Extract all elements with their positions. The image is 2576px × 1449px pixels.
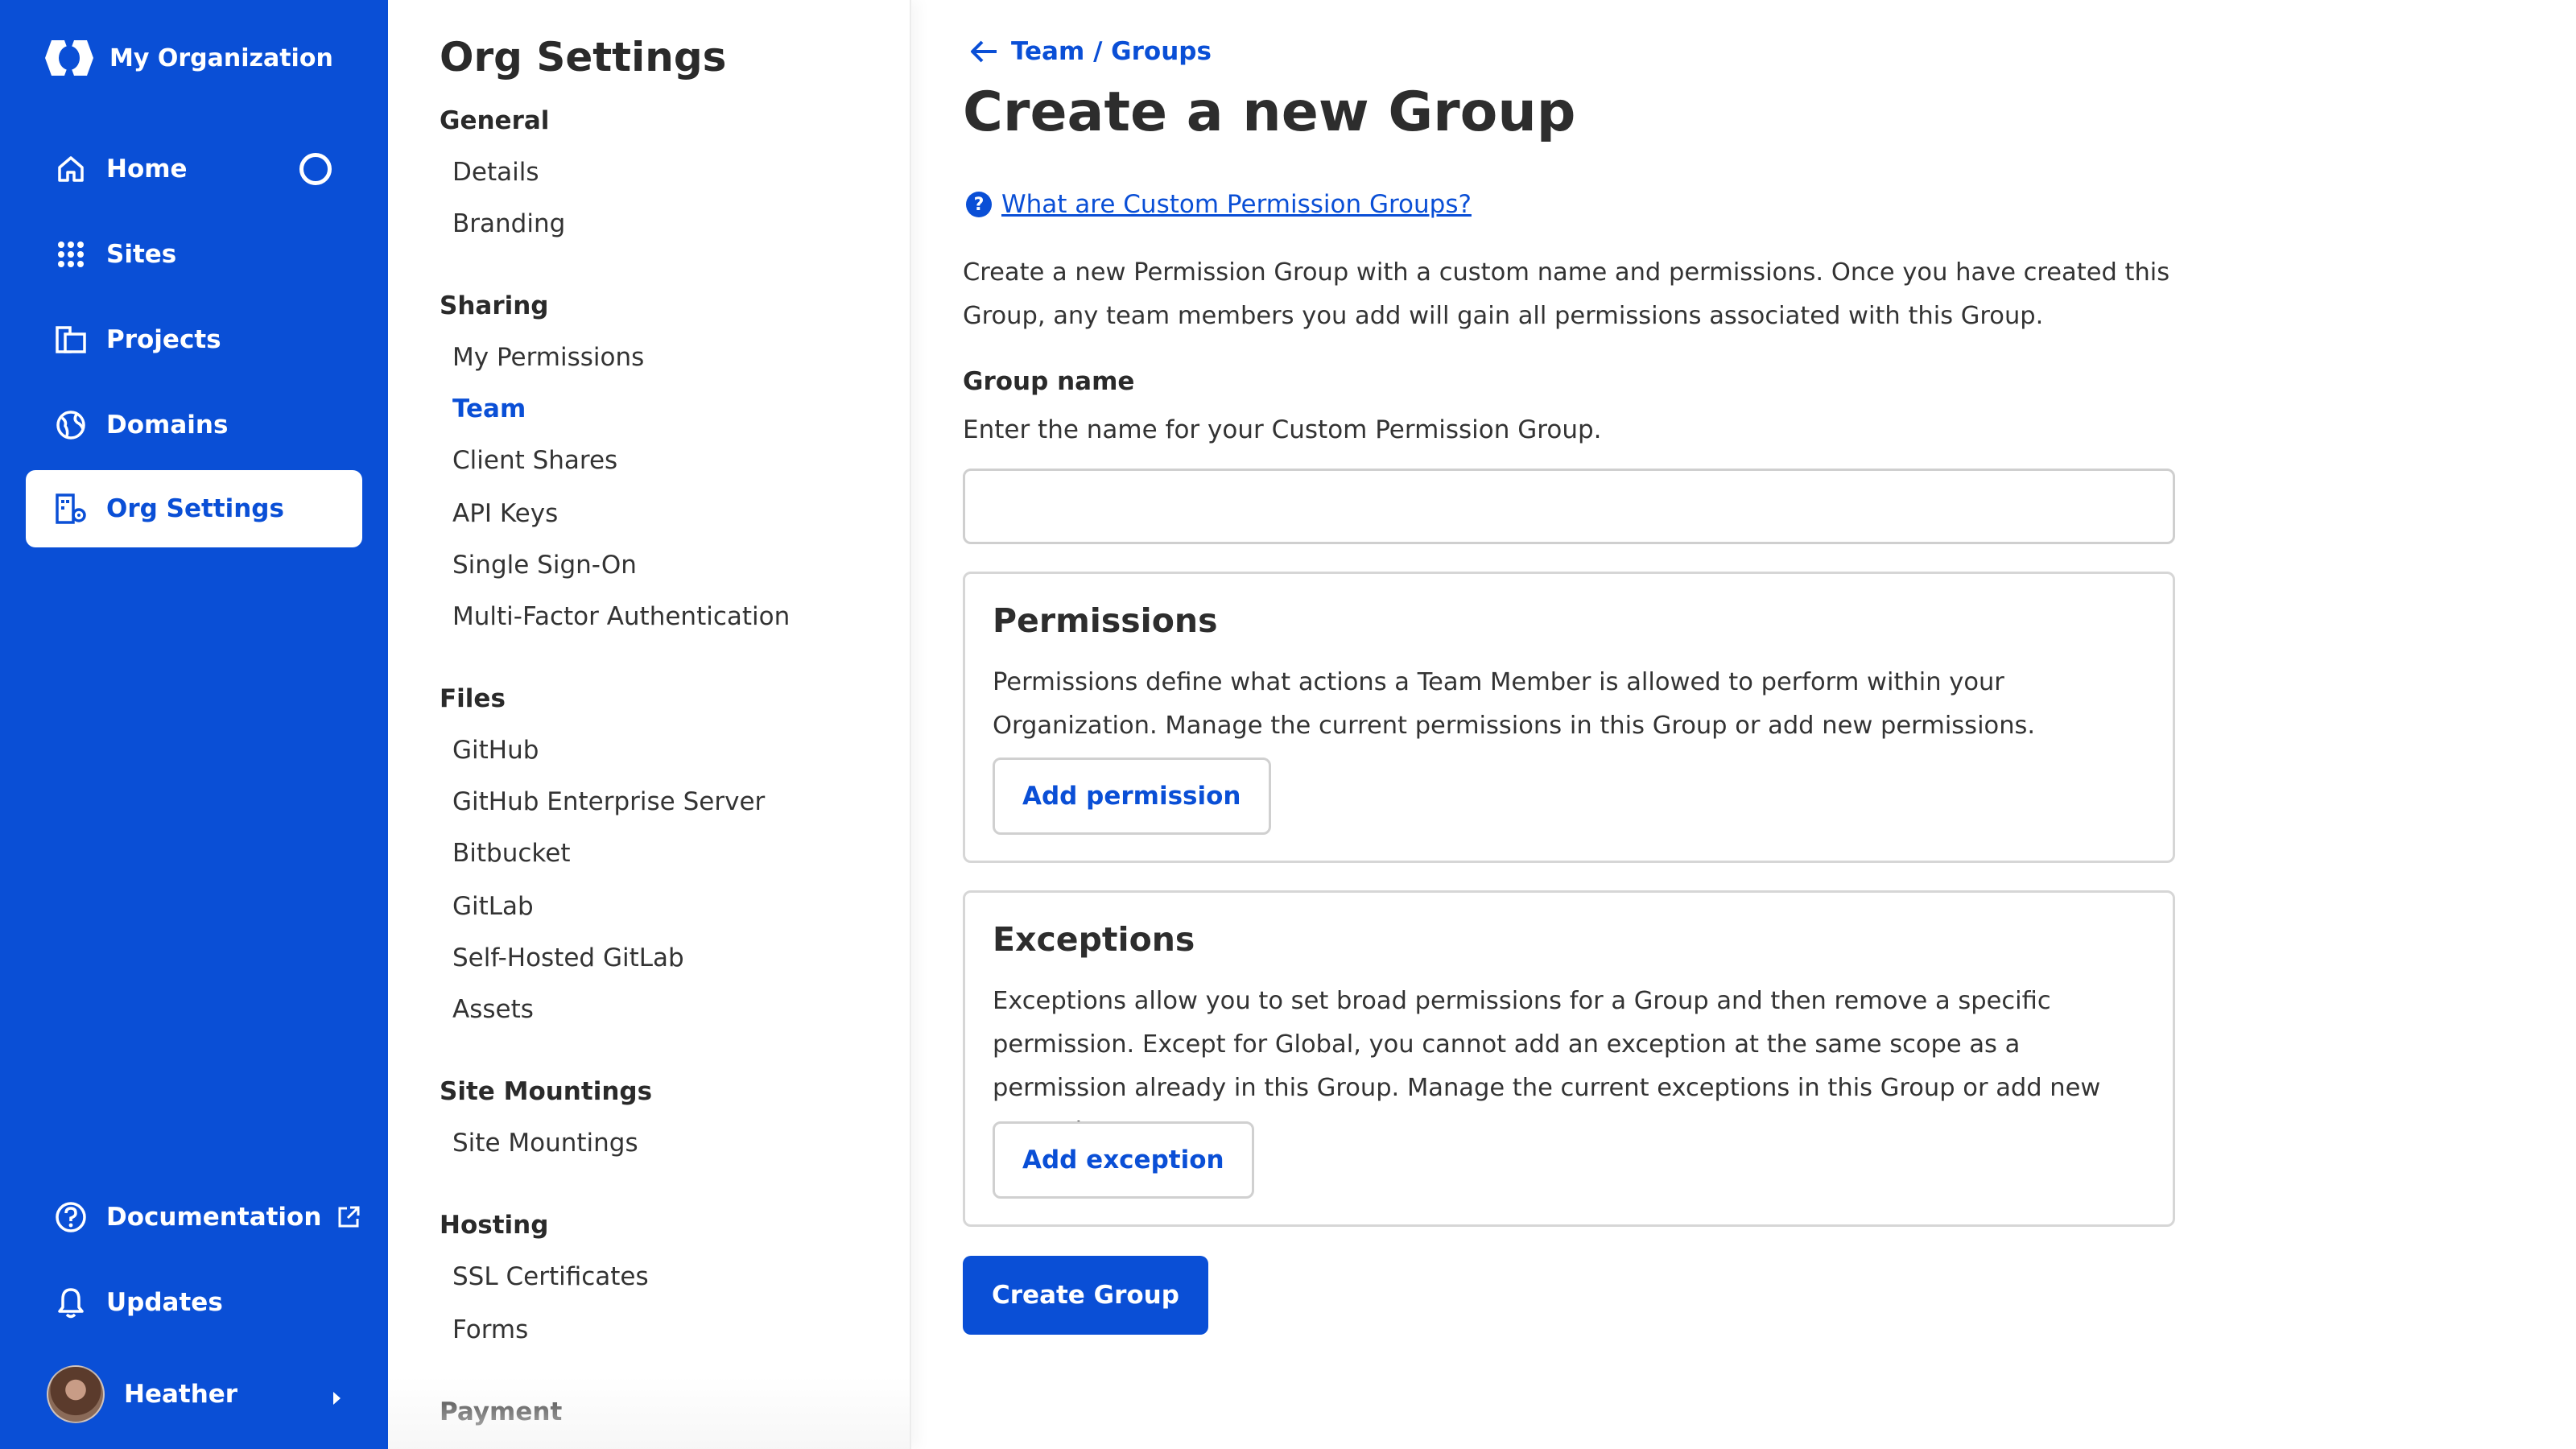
org-switcher[interactable]: My Organization <box>42 35 333 80</box>
settings-section-general: General <box>440 106 550 135</box>
add-exception-button[interactable]: Add exception <box>993 1121 1254 1199</box>
nav-item-documentation[interactable]: Documentation <box>26 1179 362 1256</box>
org-settings-icon <box>55 493 87 525</box>
settings-sidebar: Org Settings General Details Branding Sh… <box>388 0 911 1449</box>
permissions-card: Permissions Permissions define what acti… <box>963 572 2175 863</box>
settings-link-branding[interactable]: Branding <box>452 209 565 238</box>
settings-link-team[interactable]: Team <box>452 394 526 423</box>
settings-link-my-permissions[interactable]: My Permissions <box>452 343 644 372</box>
status-indicator-icon <box>299 153 332 185</box>
permissions-description: Permissions define what actions a Team M… <box>993 668 2036 740</box>
caret-right-icon <box>330 1385 343 1414</box>
add-permission-button[interactable]: Add permission <box>993 758 1271 835</box>
breadcrumb-back-link[interactable]: Team / Groups <box>969 37 1212 66</box>
nav-item-label: Documentation <box>106 1203 322 1232</box>
settings-link-api-keys[interactable]: API Keys <box>452 499 558 528</box>
intro-text: Create a new Permission Group with a cus… <box>963 258 2170 330</box>
projects-icon <box>55 324 87 356</box>
settings-title: Org Settings <box>440 34 727 80</box>
settings-link-site-mountings[interactable]: Site Mountings <box>452 1129 638 1158</box>
bell-icon <box>55 1286 87 1319</box>
org-logo-icon <box>42 35 98 80</box>
settings-link-gitlab[interactable]: GitLab <box>452 892 534 921</box>
org-name: My Organization <box>109 43 333 72</box>
external-link-icon <box>336 1204 361 1230</box>
arrow-left-icon <box>969 39 998 64</box>
user-menu[interactable]: Heather <box>47 1364 353 1425</box>
help-row: ? What are Custom Permission Groups? <box>966 190 1472 219</box>
avatar <box>47 1365 105 1423</box>
create-group-button[interactable]: Create Group <box>963 1256 1208 1335</box>
nav-item-label: Domains <box>106 411 229 440</box>
settings-link-client-shares[interactable]: Client Shares <box>452 446 617 475</box>
settings-link-self-hosted-gitlab[interactable]: Self-Hosted GitLab <box>452 943 684 972</box>
permissions-title: Permissions <box>993 601 1218 640</box>
home-icon <box>55 153 87 185</box>
settings-link-assets[interactable]: Assets <box>452 995 534 1024</box>
group-name-input[interactable] <box>963 469 2175 544</box>
settings-link-details[interactable]: Details <box>452 158 539 187</box>
group-name-help: Enter the name for your Custom Permissio… <box>963 415 1602 444</box>
settings-link-forms[interactable]: Forms <box>452 1315 528 1344</box>
settings-section-payment: Payment <box>440 1397 563 1426</box>
page-title: Create a new Group <box>963 80 1576 144</box>
group-name-label: Group name <box>963 367 1135 396</box>
nav-item-label: Projects <box>106 325 221 354</box>
settings-section-files: Files <box>440 684 506 713</box>
settings-section-site-mountings: Site Mountings <box>440 1077 653 1106</box>
user-name: Heather <box>124 1380 238 1409</box>
settings-link-mfa[interactable]: Multi-Factor Authentication <box>452 602 790 631</box>
nav-item-org-settings[interactable]: Org Settings <box>26 470 362 547</box>
nav-item-home[interactable]: Home <box>26 130 362 208</box>
settings-link-bitbucket[interactable]: Bitbucket <box>452 839 570 868</box>
breadcrumb-label: Team / Groups <box>1011 37 1212 66</box>
nav-item-sites[interactable]: Sites <box>26 216 362 293</box>
nav-item-label: Home <box>106 155 188 184</box>
nav-item-label: Sites <box>106 240 177 269</box>
nav-item-label: Org Settings <box>106 494 284 523</box>
nav-item-updates[interactable]: Updates <box>26 1264 362 1341</box>
settings-section-sharing: Sharing <box>440 291 549 320</box>
question-circle-icon: ? <box>966 192 992 217</box>
exceptions-card: Exceptions Exceptions allow you to set b… <box>963 890 2175 1227</box>
settings-section-hosting: Hosting <box>440 1211 549 1240</box>
exceptions-title: Exceptions <box>993 920 1195 959</box>
settings-link-single-sign-on[interactable]: Single Sign-On <box>452 551 637 580</box>
help-link[interactable]: What are Custom Permission Groups? <box>1001 190 1472 219</box>
grid-icon <box>55 238 87 270</box>
help-circle-icon <box>55 1201 87 1233</box>
settings-link-github[interactable]: GitHub <box>452 736 539 765</box>
nav-item-label: Updates <box>106 1288 223 1317</box>
nav-item-domains[interactable]: Domains <box>26 386 362 464</box>
settings-link-ssl-certificates[interactable]: SSL Certificates <box>452 1262 649 1291</box>
settings-link-github-enterprise[interactable]: GitHub Enterprise Server <box>452 787 765 816</box>
nav-item-projects[interactable]: Projects <box>26 301 362 378</box>
main-content: Team / Groups Create a new Group ? What … <box>911 0 2576 1449</box>
primary-sidebar: My Organization Home Sites Projects Doma… <box>0 0 388 1449</box>
globe-icon <box>55 409 87 441</box>
